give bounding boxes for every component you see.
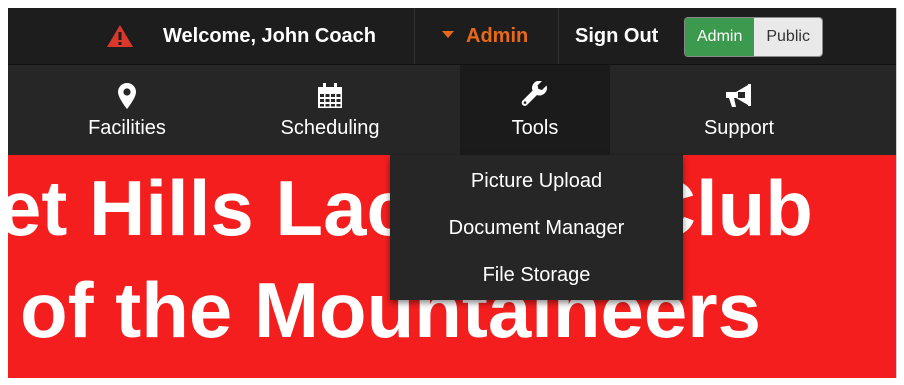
megaphone-icon xyxy=(726,84,751,107)
nav-item-label: Tools xyxy=(511,117,559,139)
menu-item-picture-upload[interactable]: Picture Upload xyxy=(390,158,683,204)
nav-item-label: Support xyxy=(703,117,775,139)
nav-item-label: Scheduling xyxy=(280,117,380,139)
wrench-icon xyxy=(521,81,547,106)
nav-item-support[interactable]: Support xyxy=(664,65,814,155)
nav-item-facilities[interactable]: Facilities xyxy=(52,65,202,155)
nav-item-scheduling[interactable]: Scheduling xyxy=(255,65,405,155)
admin-view-button[interactable]: Admin xyxy=(685,18,755,56)
app-frame: Welcome, John Coach Admin Sign Out Admin… xyxy=(8,8,897,378)
nav-item-label: Facilities xyxy=(88,117,166,139)
topbar-divider xyxy=(414,8,415,64)
nav-item-tools[interactable]: Tools xyxy=(460,65,610,155)
view-mode-toggle: Admin Public xyxy=(684,17,823,57)
admin-menu-label: Admin xyxy=(466,25,529,47)
public-view-button[interactable]: Public xyxy=(754,18,822,56)
menu-item-document-manager[interactable]: Document Manager xyxy=(390,205,683,251)
warning-icon xyxy=(107,25,133,47)
topbar-divider xyxy=(558,8,559,64)
caret-down-icon xyxy=(442,31,454,39)
menu-item-file-storage[interactable]: File Storage xyxy=(390,252,683,298)
tools-dropdown-menu: Picture Upload Document Manager File Sto… xyxy=(390,155,683,300)
top-bar: Welcome, John Coach Admin Sign Out Admin… xyxy=(8,8,896,65)
admin-menu-dropdown[interactable]: Admin xyxy=(442,8,528,64)
welcome-message: Welcome, John Coach xyxy=(163,25,377,47)
calendar-icon xyxy=(318,83,342,108)
map-marker-icon xyxy=(118,83,136,109)
sign-out-link[interactable]: Sign Out xyxy=(575,8,658,64)
main-nav: Facilities Scheduling Tools Support xyxy=(8,65,896,155)
